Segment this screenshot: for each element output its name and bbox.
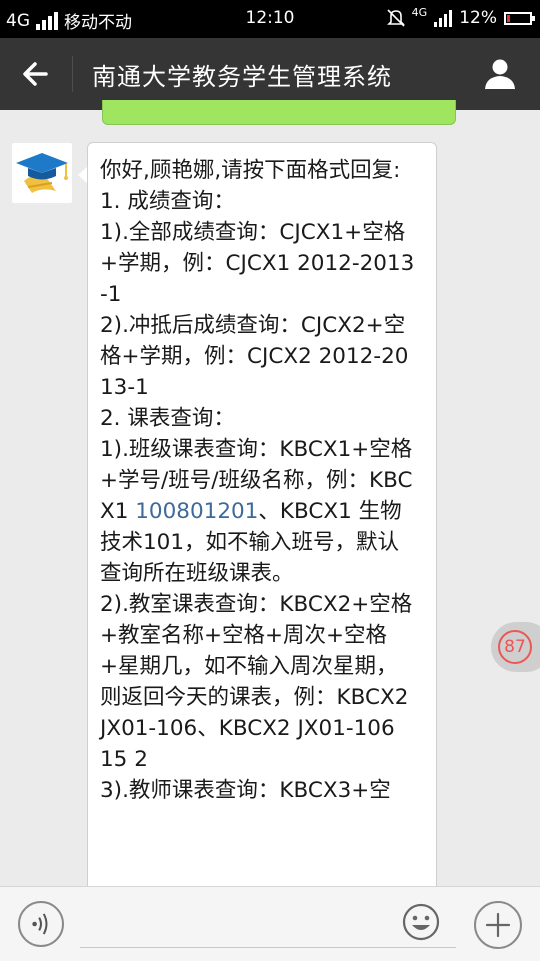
- message-line: 1. 成绩查询：: [100, 189, 235, 214]
- message-line: 你好,顾艳娜,请按下面格式回复:: [100, 158, 401, 183]
- message-line: 2).教室课表查询：KBCX2+空格+教室名称+空格+周次+空格+星期几，如不输…: [100, 592, 413, 772]
- status-right: 4G 12%: [386, 5, 535, 28]
- message-line: 2).冲抵后成绩查询：CJCX2+空格+学期，例：CJCX2 2012-2013…: [100, 313, 409, 400]
- status-bar: 4G 移动不动 12:10 4G 12%: [0, 0, 540, 38]
- title-divider: [72, 56, 73, 92]
- message-line: 1).全部成绩查询：CJCX1+空格+学期，例：CJCX1 2012-2013-…: [100, 220, 415, 307]
- message-text: 你好,顾艳娜,请按下面格式回复: 1. 成绩查询： 1).全部成绩查询：CJCX…: [100, 155, 415, 806]
- battery-percent: 12%: [459, 8, 497, 28]
- graduation-cap-icon: [16, 153, 68, 193]
- input-bar: [0, 886, 540, 961]
- message-line: 3).教师课表查询：KBCX3+空: [100, 778, 391, 803]
- sender-avatar[interactable]: [12, 143, 72, 203]
- network-small: 4G: [411, 5, 428, 19]
- previous-message-bubble: [102, 100, 456, 125]
- unread-badge[interactable]: 87: [491, 622, 540, 672]
- battery-icon: [504, 11, 535, 25]
- page-title: 南通大学教务学生管理系统: [92, 63, 392, 91]
- message-input[interactable]: [80, 947, 456, 948]
- back-arrow-icon[interactable]: [18, 56, 56, 92]
- mute-icon: [386, 9, 405, 27]
- voice-icon[interactable]: [18, 901, 64, 947]
- message-line: 2. 课表查询：: [100, 406, 235, 431]
- message-bubble[interactable]: 你好,顾艳娜,请按下面格式回复: 1. 成绩查询： 1).全部成绩查询：CJCX…: [87, 142, 437, 902]
- class-id-link[interactable]: 100801201: [135, 499, 258, 524]
- unread-count: 87: [498, 630, 532, 664]
- signal-icon-2: [434, 9, 453, 27]
- emoji-icon[interactable]: [401, 902, 441, 942]
- user-icon[interactable]: [482, 56, 518, 92]
- battery-level: [507, 14, 510, 22]
- plus-icon[interactable]: [474, 901, 522, 949]
